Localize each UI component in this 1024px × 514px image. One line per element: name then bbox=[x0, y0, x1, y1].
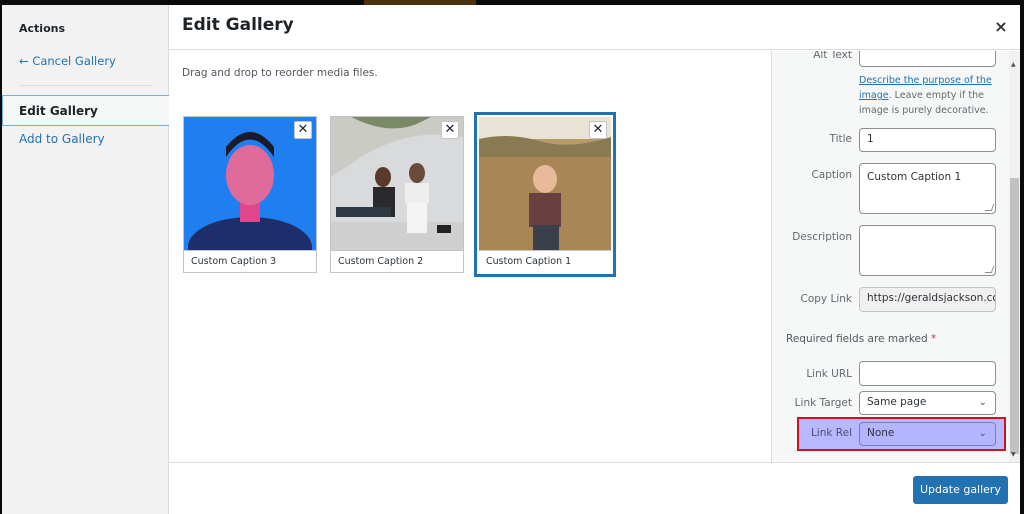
gallery-item[interactable]: ✕ Custom Caption 2 bbox=[330, 116, 464, 273]
caption-textarea[interactable]: Custom Caption 1 bbox=[859, 163, 996, 214]
description-label: Description bbox=[792, 231, 852, 243]
chevron-down-icon: ⌄ bbox=[978, 397, 987, 408]
chevron-down-icon: ⌄ bbox=[978, 428, 987, 439]
required-fields-note: Required fields are marked * bbox=[786, 333, 936, 345]
media-menu: Actions ← Cancel Gallery Edit Gallery Ad… bbox=[2, 5, 170, 514]
required-star: * bbox=[931, 333, 937, 345]
modal-toolbar: Update gallery bbox=[169, 462, 1020, 514]
title-input[interactable]: 1 bbox=[859, 128, 996, 152]
link-url-input[interactable] bbox=[859, 361, 996, 386]
gallery-item[interactable]: ✕ Custom Caption 3 bbox=[183, 116, 317, 273]
link-rel-label: Link Rel bbox=[810, 427, 852, 439]
link-rel-value: None bbox=[867, 427, 895, 439]
attachment-caption: Custom Caption 1 bbox=[479, 250, 611, 272]
copy-link-label: Copy Link bbox=[800, 293, 852, 305]
scroll-up-icon[interactable]: ▲ bbox=[1011, 61, 1016, 68]
modal-title: Edit Gallery bbox=[182, 15, 294, 35]
modal-header: Edit Gallery × bbox=[169, 5, 1020, 50]
details-scrollbar[interactable]: ▲ ▼ bbox=[1009, 51, 1020, 462]
required-note-text: Required fields are marked bbox=[786, 333, 928, 345]
menu-heading: Actions bbox=[19, 22, 65, 35]
caption-label: Caption bbox=[811, 169, 852, 181]
media-modal: Actions ← Cancel Gallery Edit Gallery Ad… bbox=[2, 5, 1020, 514]
remove-icon[interactable]: ✕ bbox=[589, 121, 607, 139]
alt-text-label: Alt Text bbox=[813, 51, 852, 61]
scroll-down-icon[interactable]: ▼ bbox=[1011, 451, 1016, 458]
cancel-gallery-link[interactable]: ← Cancel Gallery bbox=[19, 54, 116, 68]
remove-icon[interactable]: ✕ bbox=[294, 121, 312, 139]
alt-text-input[interactable] bbox=[859, 51, 996, 67]
link-rel-select[interactable]: None ⌄ bbox=[859, 422, 996, 446]
gallery-content: Drag and drop to reorder media files. ✕ … bbox=[169, 51, 771, 462]
scrollbar-thumb[interactable] bbox=[1010, 178, 1019, 454]
attachment-details: Alt Text Describe the purpose of the ima… bbox=[771, 51, 1020, 462]
link-target-value: Same page bbox=[867, 396, 927, 408]
title-label: Title bbox=[829, 133, 852, 145]
menu-item-add-to-gallery[interactable]: Add to Gallery bbox=[19, 132, 105, 146]
attachment-caption: Custom Caption 2 bbox=[331, 250, 463, 272]
copy-link-input[interactable]: https://geraldsjackson.com bbox=[859, 287, 996, 312]
gallery-item-selected[interactable]: ✕ Custom Caption 1 bbox=[474, 112, 616, 277]
attachment-caption: Custom Caption 3 bbox=[184, 250, 316, 272]
remove-icon[interactable]: ✕ bbox=[441, 121, 459, 139]
close-icon[interactable]: × bbox=[991, 17, 1011, 37]
link-target-label: Link Target bbox=[794, 397, 852, 409]
update-gallery-button[interactable]: Update gallery bbox=[913, 476, 1008, 504]
link-target-select[interactable]: Same page ⌄ bbox=[859, 391, 996, 415]
link-url-label: Link URL bbox=[806, 368, 852, 380]
link-rel-highlight: Link Rel None ⌄ bbox=[797, 417, 1006, 451]
menu-item-edit-gallery[interactable]: Edit Gallery bbox=[2, 95, 170, 126]
menu-separator bbox=[19, 85, 153, 86]
description-textarea[interactable] bbox=[859, 225, 996, 276]
reorder-instructions: Drag and drop to reorder media files. bbox=[182, 67, 378, 79]
alt-text-help: Describe the purpose of the image. Leave… bbox=[859, 73, 999, 118]
